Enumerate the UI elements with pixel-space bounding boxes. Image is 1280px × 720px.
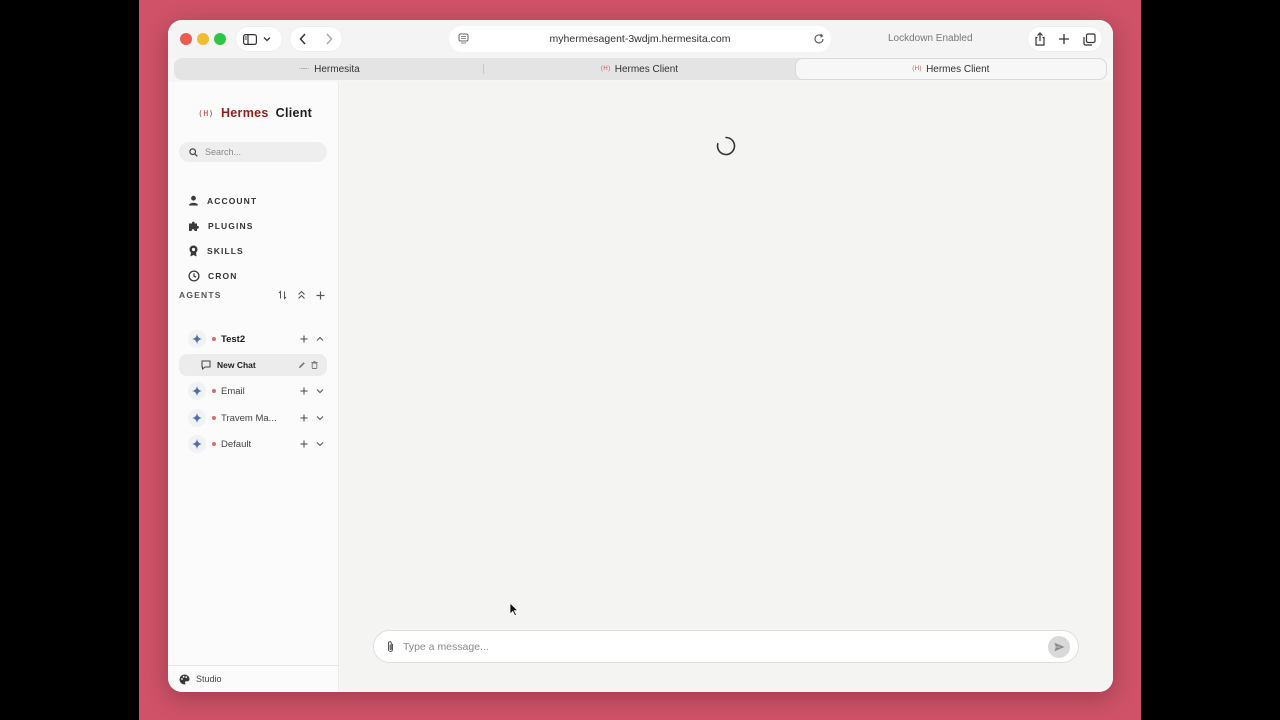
tab-favicon: ·—·	[298, 66, 311, 72]
send-icon	[1054, 642, 1064, 651]
chevron-up-icon[interactable]	[316, 336, 324, 342]
tab-bar: ·—· Hermesita (H) Hermes Client (H) Herm…	[174, 58, 1107, 80]
sparkle-icon	[188, 409, 206, 427]
brand-logo[interactable]: (H) Hermes Client	[198, 106, 312, 120]
tab-label: Hermes Client	[614, 63, 679, 75]
trash-icon[interactable]	[311, 361, 318, 369]
add-chat-icon[interactable]	[300, 335, 308, 343]
nav-label: CRON	[208, 271, 238, 281]
chat-bubble-icon	[201, 360, 211, 370]
agent-name: Email	[221, 385, 245, 397]
add-chat-icon[interactable]	[300, 387, 308, 395]
studio-label: Studio	[196, 674, 222, 684]
add-chat-icon[interactable]	[300, 440, 308, 448]
new-tab-icon[interactable]	[1058, 33, 1070, 45]
status-dot	[212, 337, 216, 341]
minimize-window-button[interactable]	[197, 33, 209, 45]
zoom-window-button[interactable]	[214, 33, 226, 45]
badge-icon	[188, 245, 199, 257]
title-bar: myhermesagent-3wdjm.hermesita.com Lockdo…	[168, 20, 1113, 58]
agent-name: Travem Ma...	[221, 412, 277, 424]
sidebar-icon	[243, 33, 257, 45]
palette-icon	[179, 674, 190, 685]
url-text: myhermesagent-3wdjm.hermesita.com	[549, 33, 731, 45]
tab-label: Hermes Client	[926, 63, 990, 75]
agent-item-email[interactable]: Email	[188, 381, 324, 401]
chat-item-new-chat[interactable]: New Chat	[179, 354, 327, 376]
agent-item-test2[interactable]: Test2	[188, 329, 324, 349]
add-chat-icon[interactable]	[300, 414, 308, 422]
sidebar-toggle-button[interactable]	[236, 27, 282, 51]
forward-button[interactable]	[325, 33, 333, 45]
agents-heading: AGENTS	[179, 290, 222, 300]
message-input[interactable]	[403, 640, 1040, 653]
brand-name-part1: Hermes	[220, 106, 269, 120]
clock-icon	[188, 270, 200, 282]
search-input[interactable]	[205, 147, 315, 157]
loading-spinner-icon	[716, 136, 736, 156]
page-menu-icon[interactable]	[458, 33, 469, 44]
back-button[interactable]	[299, 33, 307, 45]
lockdown-status: Lockdown Enabled	[888, 33, 973, 44]
share-icon[interactable]	[1034, 32, 1046, 46]
studio-button[interactable]: Studio	[168, 665, 339, 692]
sort-icon[interactable]	[278, 290, 287, 300]
chat-main-area	[340, 82, 1113, 692]
search-icon	[189, 147, 198, 157]
chevron-down-icon[interactable]	[263, 36, 271, 42]
browser-window: myhermesagent-3wdjm.hermesita.com Lockdo…	[168, 20, 1113, 692]
agent-name: Default	[221, 438, 252, 450]
app-sidebar: (H) Hermes Client ACCOUNT PLUGINS	[168, 82, 339, 692]
nav-skills[interactable]: SKILLS	[188, 245, 244, 257]
status-dot	[212, 389, 216, 393]
window-actions	[1028, 27, 1102, 51]
puzzle-icon	[188, 220, 200, 232]
status-dot	[212, 416, 216, 420]
tab-hermes-client[interactable]: (H) Hermes Client	[484, 58, 794, 80]
nav-label: SKILLS	[207, 246, 244, 256]
agent-item-travem[interactable]: Travem Ma...	[188, 408, 324, 428]
nav-plugins[interactable]: PLUGINS	[188, 220, 253, 232]
agents-section-header: AGENTS	[179, 290, 327, 300]
add-agent-icon[interactable]	[316, 290, 325, 300]
chat-label: New Chat	[217, 360, 256, 370]
history-nav	[290, 27, 342, 51]
paperclip-icon[interactable]	[386, 640, 395, 653]
nav-label: ACCOUNT	[207, 195, 258, 206]
agent-name: Test2	[221, 333, 246, 345]
tab-overview-icon[interactable]	[1083, 32, 1096, 46]
tab-label: Hermesita	[314, 63, 360, 75]
brand-name-part2: Client	[275, 106, 313, 120]
status-dot	[212, 442, 216, 446]
close-window-button[interactable]	[180, 33, 192, 45]
tab-favicon: (H)	[600, 66, 611, 72]
mouse-cursor-icon	[509, 602, 519, 622]
reload-icon[interactable]	[813, 33, 825, 45]
agent-item-default[interactable]: Default	[188, 434, 324, 454]
nav-cron[interactable]: CRON	[188, 270, 237, 282]
sparkle-icon	[188, 382, 206, 400]
nav-account[interactable]: ACCOUNT	[188, 195, 257, 206]
chevron-down-icon[interactable]	[316, 415, 324, 421]
send-button[interactable]	[1048, 635, 1070, 658]
hermes-logo-icon: (H)	[198, 108, 214, 118]
address-bar[interactable]: myhermesagent-3wdjm.hermesita.com	[449, 26, 831, 52]
chevron-down-icon[interactable]	[316, 441, 324, 447]
edit-icon[interactable]	[298, 361, 306, 369]
nav-label: PLUGINS	[208, 221, 254, 231]
user-icon	[188, 195, 199, 206]
sparkle-icon	[188, 330, 206, 348]
tab-favicon: (H)	[912, 66, 923, 72]
collapse-all-icon[interactable]	[297, 290, 306, 300]
tab-hermesita[interactable]: ·—· Hermesita	[174, 58, 485, 80]
message-composer	[373, 630, 1079, 663]
search-box	[179, 142, 327, 162]
chevron-down-icon[interactable]	[316, 388, 324, 394]
sparkle-icon	[188, 435, 206, 453]
tab-hermes-client-active[interactable]: (H) Hermes Client	[794, 58, 1107, 80]
